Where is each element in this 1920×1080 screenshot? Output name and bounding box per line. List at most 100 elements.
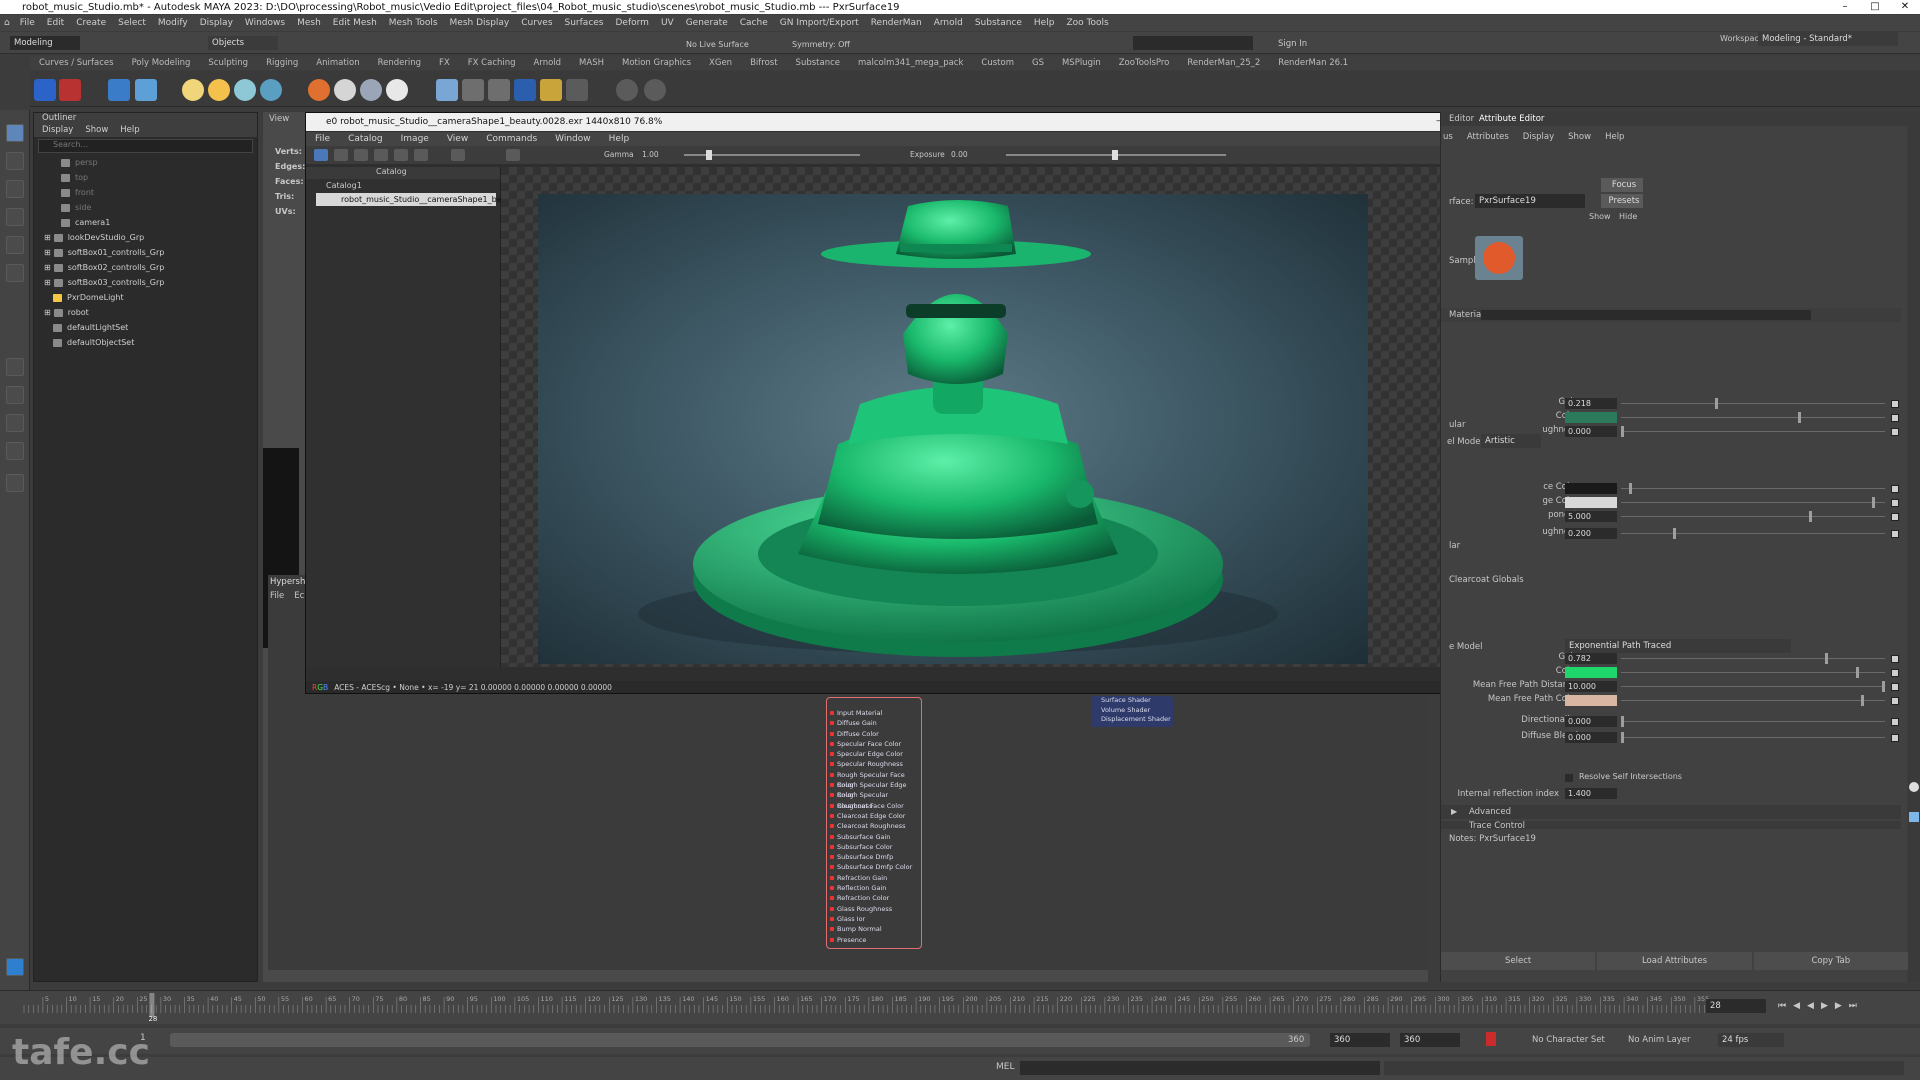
map-button[interactable] [1891, 530, 1899, 538]
menu-gn-import-export[interactable]: GN Import/Export [774, 18, 865, 28]
attribute-value-field[interactable]: 0.782 [1565, 653, 1617, 664]
slider-knob[interactable] [1808, 511, 1812, 522]
material-ball-2-icon[interactable] [360, 79, 382, 101]
resolve-checkbox[interactable] [1565, 774, 1573, 782]
attribute-slider[interactable] [1621, 695, 1885, 706]
light-icon[interactable] [182, 79, 204, 101]
ae-menu-us[interactable]: us [1443, 132, 1453, 142]
rv-menu-window[interactable]: Window [546, 134, 600, 144]
clearcoat-globals[interactable]: Clearcoat Globals [1449, 575, 1524, 585]
outliner-item[interactable]: defaultLightSet [34, 320, 257, 335]
settings-icon[interactable] [616, 79, 638, 101]
attribute-slider[interactable] [1621, 511, 1885, 522]
expand-icon[interactable]: ⊞ [44, 308, 51, 317]
advanced-section[interactable]: ▶ Advanced [1441, 805, 1901, 819]
slider-knob[interactable] [1628, 483, 1632, 494]
attribute-slider[interactable] [1621, 398, 1885, 409]
viewport-view-menu[interactable]: View [269, 114, 289, 124]
outliner-search-input[interactable]: Search... [38, 139, 253, 153]
shading-output[interactable]: Volume Shader [1091, 706, 1173, 716]
trace-control-section[interactable]: Trace Control [1441, 821, 1901, 829]
map-button[interactable] [1891, 683, 1899, 691]
node-attr[interactable]: Specular Edge Color [827, 749, 921, 759]
ae-menu-attributes[interactable]: Attributes [1467, 132, 1509, 142]
zoom-icon[interactable] [6, 474, 24, 492]
attribute-slider[interactable] [1621, 653, 1885, 664]
specular-section[interactable]: ular [1449, 420, 1465, 430]
menu-arnold[interactable]: Arnold [928, 18, 969, 28]
shelf-tab-rendering[interactable]: Rendering [369, 58, 430, 68]
shelf-tab-poly-modeling[interactable]: Poly Modeling [123, 58, 200, 68]
rv-menu-help[interactable]: Help [600, 134, 639, 144]
outliner-item[interactable]: side [34, 200, 257, 215]
color-swatch[interactable] [1565, 497, 1617, 508]
outliner-item[interactable]: ⊞ softBox02_controlls_Grp [34, 260, 257, 275]
hypershade-menu-file[interactable]: File [270, 591, 284, 601]
select-button[interactable]: Select [1441, 952, 1596, 970]
fps-dropdown[interactable]: 24 fps [1718, 1033, 1784, 1047]
ae-menu-show[interactable]: Show [1568, 132, 1591, 142]
slider-knob[interactable] [1673, 528, 1677, 539]
shelf-tab-substance[interactable]: Substance [787, 58, 849, 68]
attribute-slider[interactable] [1621, 732, 1885, 743]
presets-button[interactable]: Presets [1601, 194, 1643, 208]
menu-create[interactable]: Create [70, 18, 112, 28]
outliner-item[interactable]: front [34, 185, 257, 200]
node-attr[interactable]: Specular Roughness [827, 759, 921, 769]
close-button[interactable]: ✕ [1890, 0, 1920, 14]
attribute-value-field[interactable]: 0.000 [1565, 732, 1617, 743]
shelf-tab-sculpting[interactable]: Sculpting [199, 58, 257, 68]
shading-output[interactable]: Surface Shader [1091, 696, 1173, 706]
node-attr[interactable]: Specular Face Color [827, 739, 921, 749]
rough-spec-section[interactable]: lar [1449, 541, 1460, 551]
map-button[interactable] [1891, 669, 1899, 677]
shading-output[interactable]: Displacement Shader [1091, 715, 1173, 725]
node-attr[interactable]: Glass Ior [827, 914, 921, 924]
attribute-value-field[interactable]: 0.000 [1565, 716, 1617, 727]
material-field[interactable] [1481, 310, 1811, 320]
menu-select[interactable]: Select [112, 18, 152, 28]
outliner-item[interactable]: persp [34, 155, 257, 170]
slider-knob[interactable] [1824, 653, 1828, 664]
snapshot-icon[interactable] [374, 149, 388, 161]
pan-icon[interactable] [314, 149, 328, 161]
surface-name-field[interactable]: PxrSurface19 [1475, 194, 1585, 208]
rv-menu-catalog[interactable]: Catalog [339, 134, 392, 144]
menu-edit-mesh[interactable]: Edit Mesh [327, 18, 383, 28]
symmetry-dropdown[interactable]: Symmetry: Off [792, 40, 850, 49]
shelf-tab-renderman-25-2[interactable]: RenderMan_25_2 [1178, 58, 1269, 68]
focus-button[interactable]: Focus [1601, 178, 1643, 192]
rv-menu-image[interactable]: Image [392, 134, 438, 144]
outliner-item[interactable]: PxrDomeLight [34, 290, 257, 305]
node-attr[interactable]: Clearcoat Face Color [827, 801, 921, 811]
color-swatch[interactable] [1565, 412, 1617, 423]
node-attr[interactable]: Glass Roughness [827, 904, 921, 914]
lasso-tool-icon[interactable] [6, 152, 24, 170]
home-icon[interactable]: ⌂ [0, 18, 14, 28]
outliner-item[interactable]: ⊞ softBox01_controlls_Grp [34, 245, 257, 260]
sign-in-button[interactable]: Sign In [1278, 39, 1307, 49]
attribute-slider[interactable] [1621, 716, 1885, 727]
shelf-tab-fx[interactable]: FX [430, 58, 459, 68]
rotate-tool-icon[interactable] [6, 236, 24, 254]
layout-two-icon[interactable] [6, 414, 24, 432]
time-slider-ruler[interactable]: 5 10 15 20 25 30 35 40 45 50 55 60 65 70 75 80 85 90 95 100… [10, 991, 1710, 1025]
maximize-button[interactable]: □ [1860, 0, 1890, 14]
menu-modify[interactable]: Modify [152, 18, 194, 28]
outliner-menu-display[interactable]: Display [42, 125, 73, 137]
shelf-tab-msplugin[interactable]: MSPlugin [1053, 58, 1110, 68]
expand-icon[interactable]: ⊞ [44, 233, 51, 242]
minimize-button[interactable]: – [1830, 0, 1860, 14]
dome-light-icon[interactable] [234, 79, 256, 101]
code-icon[interactable] [462, 79, 484, 101]
outliner-item[interactable]: ⊞ robot [34, 305, 257, 320]
hypershade-menu-edit[interactable]: Ec [294, 591, 304, 601]
menu-windows[interactable]: Windows [239, 18, 291, 28]
ipr-render-icon[interactable] [59, 79, 81, 101]
select-tool-icon[interactable] [6, 124, 24, 142]
chart-icon[interactable] [566, 79, 588, 101]
material-ball-3-icon[interactable] [386, 79, 408, 101]
shelf-tab-animation[interactable]: Animation [307, 58, 368, 68]
show-button[interactable]: Show [1589, 212, 1611, 221]
menu-curves[interactable]: Curves [515, 18, 558, 28]
